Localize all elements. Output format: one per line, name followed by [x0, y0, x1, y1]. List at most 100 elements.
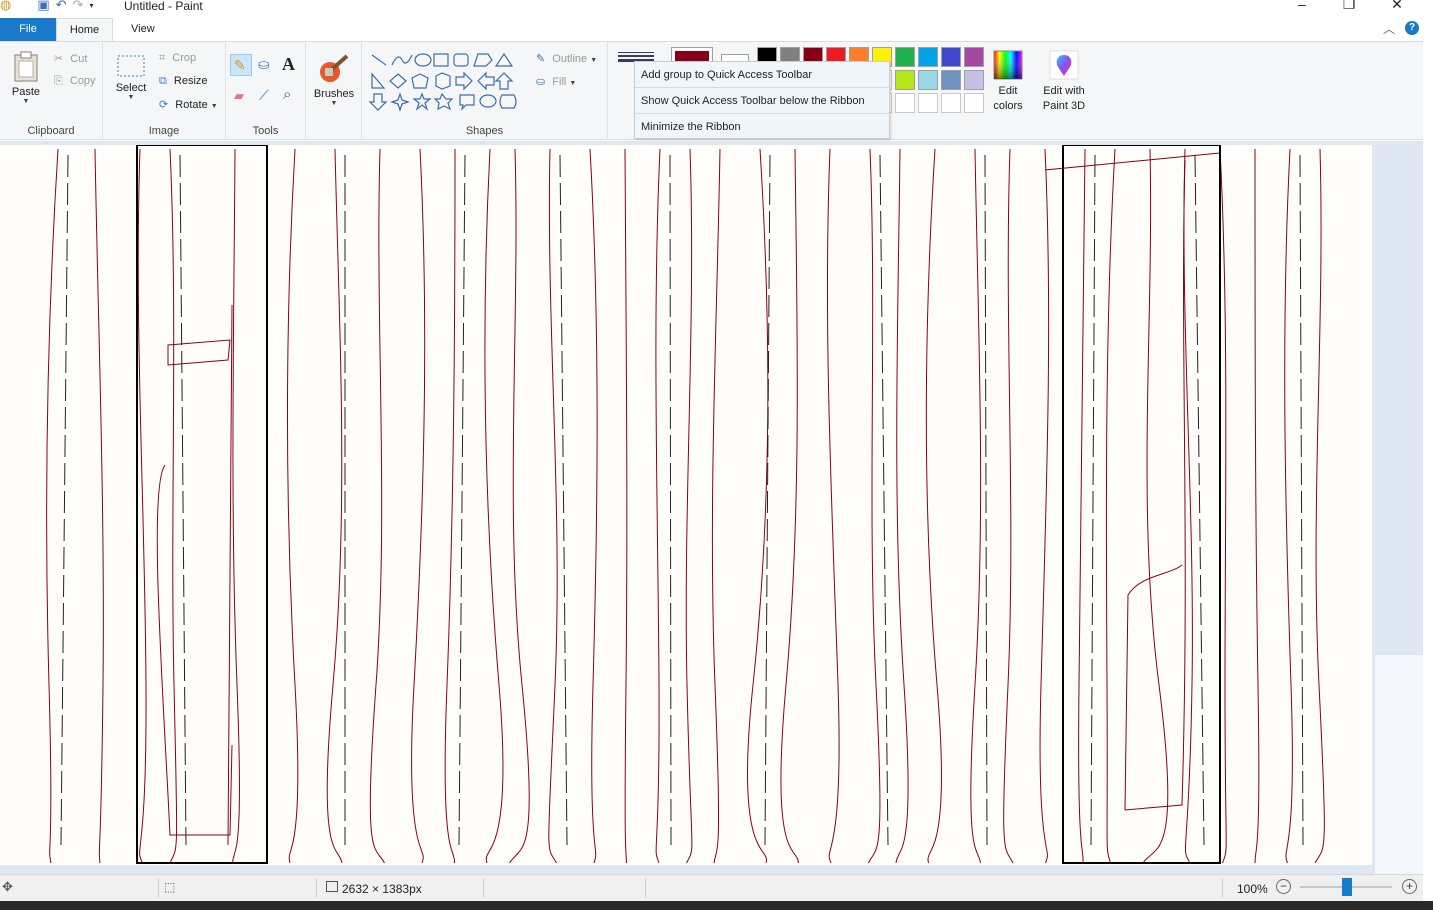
cut-label: Cut [70, 53, 88, 65]
ribbon-tabs: File Home View ︿ ? [0, 16, 1423, 41]
chevron-down-icon: ▼ [22, 98, 30, 105]
pencil-tool-button[interactable]: ✎ [230, 54, 252, 76]
text-tool-icon[interactable]: A [282, 54, 295, 75]
zoom-level: 100% [1237, 882, 1268, 896]
dashed-stroke [669, 154, 672, 846]
title-bar: ◍ ▣ ↶ ↷ ▾ Untitled - Paint – ❐ ✕ [0, 0, 1433, 14]
pencil-stroke [1124, 159, 1186, 811]
magnifier-icon[interactable]: ⌕ [283, 86, 291, 103]
paint-app-icon: ◍ [0, 0, 12, 12]
image-group-label: Image [148, 125, 180, 137]
cut-button[interactable]: ✂ Cut [54, 52, 87, 65]
copy-icon: ⎘ [54, 75, 63, 87]
clipboard-group: Paste ▼ ✂ Cut ⎘ Copy Clipboard [0, 42, 103, 140]
pencil-stroke [1105, 148, 1116, 864]
dashed-stroke [984, 154, 988, 846]
pencil-stroke [711, 148, 721, 864]
collapse-ribbon-icon[interactable]: ︿ [1383, 20, 1395, 37]
crop-button[interactable]: ⌗ Crop [159, 52, 196, 65]
zoom-in-icon[interactable]: + [1402, 879, 1417, 894]
chevron-down-icon: ▼ [569, 80, 577, 87]
edit-colors-label: Edit colors [993, 85, 1023, 112]
outline-button[interactable]: ✎ Outline ▼ [536, 52, 597, 65]
palette-swatch[interactable] [895, 47, 915, 67]
add-group-to-qat-item[interactable]: Add group to Quick Access Toolbar [641, 69, 812, 81]
minimize-ribbon-item[interactable]: Minimize the Ribbon [641, 121, 741, 133]
eraser-icon[interactable]: ▰ [234, 88, 244, 104]
palette-swatch[interactable] [941, 70, 961, 90]
restore-button[interactable]: ❐ [1326, 0, 1372, 14]
pencil-stroke [1039, 148, 1050, 864]
pencil-stroke [548, 148, 558, 864]
select-button[interactable]: Select ▼ [113, 54, 149, 101]
pencil-stroke [685, 148, 693, 864]
palette-swatch[interactable] [918, 93, 938, 113]
tools-group: ✎ ⛀ A ▰ ⟋ ⌕ Tools [226, 42, 306, 140]
palette-swatch[interactable] [964, 93, 984, 113]
palette-swatch[interactable] [964, 70, 984, 90]
pencil-stroke [137, 148, 147, 864]
shapes-gallery[interactable] [368, 52, 528, 112]
status-separator [316, 878, 317, 898]
menu-separator [635, 87, 889, 88]
chevron-down-icon: ▼ [127, 94, 135, 101]
pencil-stroke [1284, 148, 1293, 864]
palette-swatch[interactable] [941, 47, 961, 67]
help-icon[interactable]: ? [1405, 21, 1419, 35]
palette-swatch[interactable] [895, 93, 915, 113]
copy-button[interactable]: ⎘ Copy [54, 75, 96, 88]
save-icon[interactable]: ▣ [37, 0, 49, 13]
palette-swatch[interactable] [895, 70, 915, 90]
paste-button[interactable]: Paste ▼ [8, 50, 44, 105]
palette-swatch[interactable] [964, 47, 984, 67]
palette-swatch[interactable] [941, 93, 961, 113]
vertical-scrollbar[interactable] [1423, 0, 1433, 910]
edit-with-paint3d-button[interactable]: Edit with Paint 3D [1039, 50, 1089, 114]
canvas-drawing [46, 145, 1325, 864]
clipboard-group-label: Clipboard [27, 125, 75, 137]
close-button[interactable]: ✕ [1374, 0, 1420, 14]
rotate-button[interactable]: ⟳ Rotate ▼ [159, 98, 218, 111]
chevron-down-icon: ▼ [590, 57, 598, 64]
fill-bucket-icon[interactable]: ⛀ [258, 56, 270, 73]
copy-label: Copy [69, 75, 96, 87]
palette-swatch[interactable] [918, 70, 938, 90]
pencil-stroke [444, 148, 456, 864]
pencil-stroke [589, 148, 598, 864]
quick-access-toolbar: ◍ ▣ ↶ ↷ ▾ [0, 0, 93, 14]
pencil-stroke [826, 148, 840, 864]
pencil-stroke [411, 148, 426, 864]
tab-home[interactable]: Home [56, 18, 113, 41]
pencil-stroke [369, 148, 385, 864]
minimize-button[interactable]: – [1279, 0, 1325, 14]
show-qat-below-ribbon-item[interactable]: Show Quick Access Toolbar below the Ribb… [641, 95, 865, 107]
image-size-icon [326, 881, 338, 892]
brushes-button[interactable]: Brushes ▼ [310, 52, 358, 107]
palette-swatch[interactable] [918, 47, 938, 67]
resize-label: Resize [173, 75, 208, 87]
undo-icon[interactable]: ↶ [56, 0, 67, 13]
image-group: Select ▼ ⌗ Crop ⧉ Resize ⟳ Rotate ▼ Imag… [103, 42, 226, 140]
chevron-down-icon: ▼ [210, 103, 218, 110]
pencil-stroke [287, 148, 299, 864]
resize-button[interactable]: ⧉ Resize [159, 75, 208, 88]
tools-group-label: Tools [252, 125, 279, 137]
redo-icon[interactable]: ↷ [73, 0, 84, 13]
tab-view[interactable]: View [117, 18, 169, 41]
tab-file[interactable]: File [0, 18, 56, 41]
workspace-gutter [1375, 655, 1423, 874]
pencil-stroke [169, 148, 178, 864]
drawing-canvas[interactable] [0, 145, 1372, 865]
image-size-text: 2632 × 1383px [342, 882, 422, 896]
color-picker-icon[interactable]: ⟋ [259, 87, 269, 104]
dashed-stroke [559, 154, 568, 846]
crop-label: Crop [172, 52, 197, 64]
zoom-slider-thumb[interactable] [1342, 878, 1352, 896]
selection-size-icon: ⬚ [164, 880, 176, 894]
fill-button[interactable]: ⛀ Fill ▼ [536, 75, 576, 88]
pencil-stroke [509, 148, 530, 864]
customize-qat-icon[interactable]: ▾ [89, 1, 93, 10]
edit-colors-button[interactable]: Edit colors [989, 50, 1027, 114]
scissors-icon: ✂ [54, 53, 64, 65]
zoom-out-icon[interactable]: − [1276, 879, 1291, 894]
